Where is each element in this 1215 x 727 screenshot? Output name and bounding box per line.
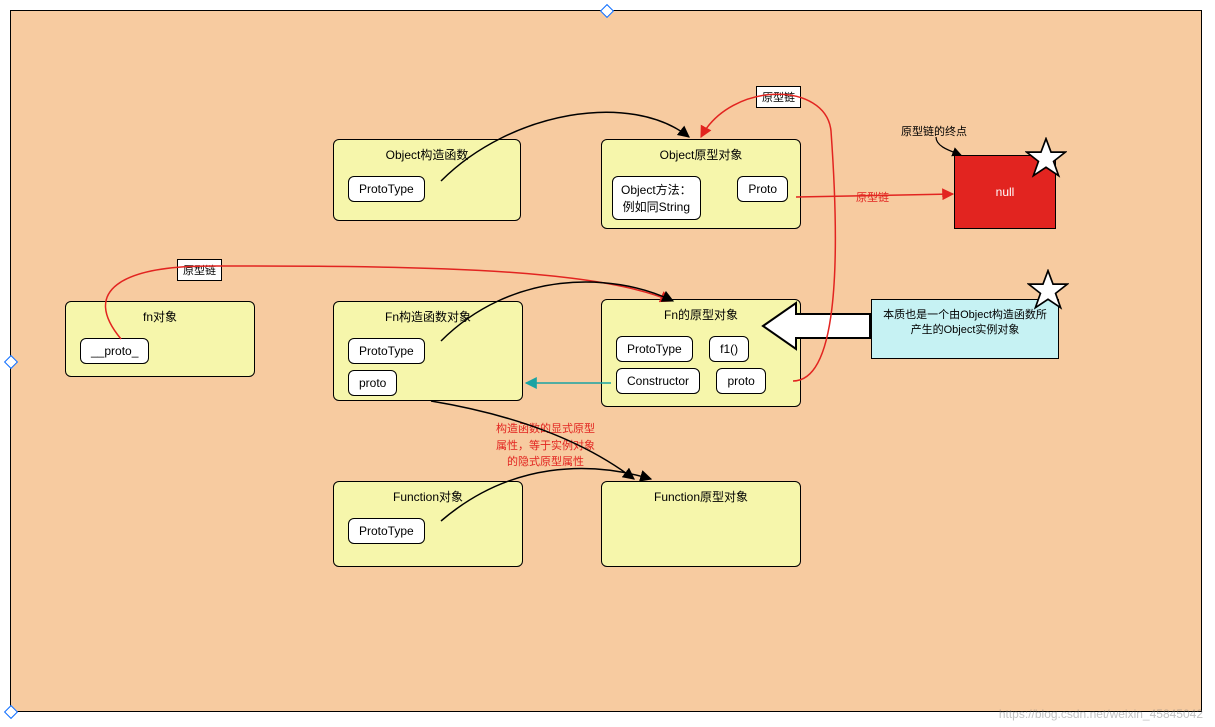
function-object-box: Function对象 ProtoType	[333, 481, 523, 567]
cyan-note-text: 本质也是一个由Object构造函数所产生的Object实例对象	[883, 309, 1047, 336]
function-object-prototype-chip: ProtoType	[348, 518, 425, 544]
function-prototype-box: Function原型对象	[601, 481, 801, 567]
big-arrow-icon	[761, 301, 873, 351]
endpoint-label: 原型链的终点	[901, 123, 967, 139]
fn-constructor-proto-chip: proto	[348, 370, 397, 396]
function-prototype-title: Function原型对象	[602, 482, 800, 515]
handle-icon	[4, 355, 18, 369]
fn-prototype-proto-chip: proto	[716, 368, 765, 394]
fn-constructor-prototype-chip: ProtoType	[348, 338, 425, 364]
object-proto-chip: Proto	[737, 176, 788, 202]
object-methods-chip: Object方法： 例如同String	[612, 176, 701, 220]
function-object-title: Function对象	[334, 482, 522, 515]
star-icon	[1027, 269, 1069, 311]
watermark-text: https://blog.csdn.net/weixin_45845042	[999, 707, 1203, 721]
fn-constructor-box: Fn构造函数对象 ProtoType proto	[333, 301, 523, 401]
null-text: null	[996, 185, 1015, 199]
diagram-canvas: Object构造函数 ProtoType Object原型对象 Object方法…	[10, 10, 1202, 712]
chain-label-top: 原型链	[756, 86, 801, 108]
red-center-text: 构造函数的显式原型 属性，等于实例对象 的隐式原型属性	[496, 421, 595, 471]
chain-label-right: 原型链	[856, 189, 889, 205]
fn-prototype-prototype-chip: ProtoType	[616, 336, 693, 362]
handle-icon	[4, 705, 18, 719]
object-constructor-title: Object构造函数	[334, 140, 520, 173]
star-icon	[1025, 137, 1067, 179]
handle-icon	[600, 4, 614, 18]
edge-arrow	[936, 137, 961, 155]
object-prototype-box: Object原型对象 Object方法： 例如同String Proto	[601, 139, 801, 229]
fn-object-title: fn对象	[66, 302, 254, 335]
chain-label-left: 原型链	[177, 259, 222, 281]
object-constructor-prototype-chip: ProtoType	[348, 176, 425, 202]
fn-object-proto-chip: __proto_	[80, 338, 149, 364]
object-prototype-title: Object原型对象	[602, 140, 800, 173]
fn-prototype-f1-chip: f1()	[709, 336, 749, 362]
object-constructor-box: Object构造函数 ProtoType	[333, 139, 521, 221]
fn-object-box: fn对象 __proto_	[65, 301, 255, 377]
fn-prototype-constructor-chip: Constructor	[616, 368, 700, 394]
fn-constructor-title: Fn构造函数对象	[334, 302, 522, 335]
